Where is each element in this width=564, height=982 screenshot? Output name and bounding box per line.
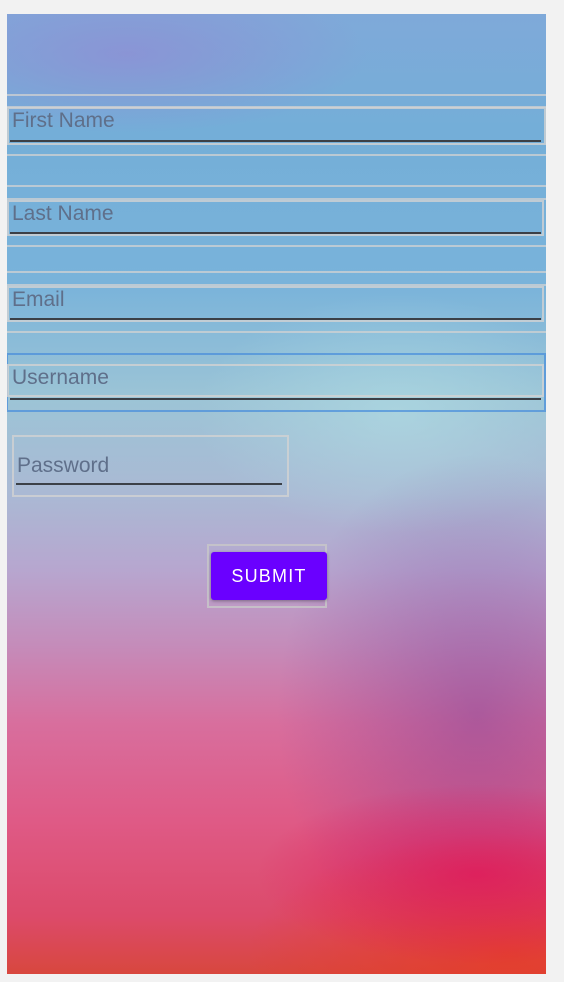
first-name-underline	[10, 140, 541, 142]
layout-guide	[7, 185, 546, 187]
submit-button[interactable]: SUBMIT	[211, 552, 327, 600]
last-name-field[interactable]: Last Name	[7, 200, 544, 236]
username-underline	[10, 398, 541, 400]
layout-guide	[7, 154, 546, 156]
last-name-placeholder: Last Name	[12, 202, 114, 225]
email-placeholder: Email	[12, 288, 65, 311]
last-name-underline	[10, 232, 541, 234]
username-placeholder: Username	[12, 366, 109, 389]
layout-guide	[7, 245, 546, 247]
username-field[interactable]: Username	[7, 364, 544, 397]
layout-guide	[7, 94, 546, 96]
email-field[interactable]: Email	[7, 286, 544, 322]
first-name-placeholder: First Name	[12, 109, 115, 132]
email-underline	[10, 318, 541, 320]
submit-button-container: SUBMIT	[207, 544, 327, 608]
password-underline	[16, 483, 282, 485]
app-screen: First Name Last Name Email Username Pass…	[7, 14, 546, 974]
layout-guide	[7, 331, 546, 333]
password-placeholder: Password	[17, 454, 110, 477]
layout-guide	[7, 271, 546, 273]
password-field[interactable]: Password	[12, 435, 289, 497]
